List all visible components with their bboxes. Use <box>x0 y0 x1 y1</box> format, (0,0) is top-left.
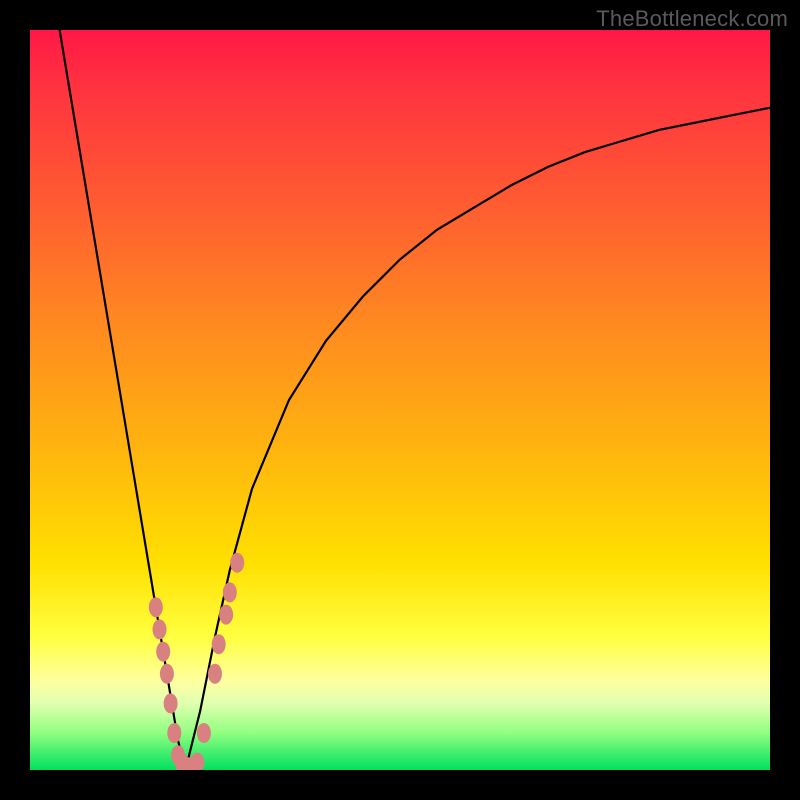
data-marker <box>190 753 204 770</box>
data-marker <box>230 553 244 573</box>
data-marker <box>167 723 181 743</box>
watermark-text: TheBottleneck.com <box>596 6 788 32</box>
data-marker <box>197 723 211 743</box>
chart-plot-area <box>30 30 770 770</box>
data-marker <box>208 664 222 684</box>
right-curve <box>185 108 770 770</box>
chart-svg <box>30 30 770 770</box>
data-marker <box>223 582 237 602</box>
chart-frame: TheBottleneck.com <box>0 0 800 800</box>
data-marker <box>149 597 163 617</box>
data-marker <box>153 619 167 639</box>
marker-group <box>149 553 244 770</box>
data-marker <box>219 605 233 625</box>
data-marker <box>160 664 174 684</box>
data-marker <box>164 693 178 713</box>
data-marker <box>212 634 226 654</box>
data-marker <box>156 642 170 662</box>
